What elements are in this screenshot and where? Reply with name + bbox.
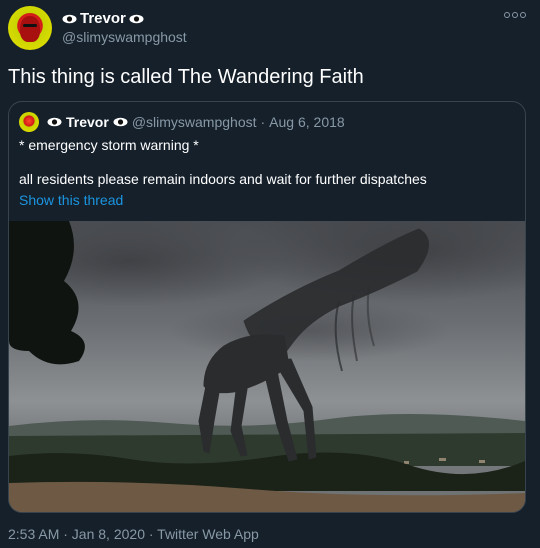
quoted-tweet-line-1: * emergency storm warning * (19, 137, 199, 153)
eye-icon (62, 14, 77, 23)
show-thread-link[interactable]: Show this thread (19, 192, 123, 208)
quoted-author-name: Trevor (66, 114, 109, 130)
quoted-tweet-line-2: all residents please remain indoors and … (19, 171, 427, 187)
tweet-meta: 2:53 AM · Jan 8, 2020 · Twitter Web App (8, 526, 259, 542)
author-name-row[interactable]: Trevor (62, 10, 144, 27)
avatar-face (20, 16, 40, 42)
tweet-text: This thing is called The Wandering Faith (8, 66, 364, 88)
separator: · (260, 114, 266, 130)
quoted-author-avatar (19, 112, 39, 132)
author-avatar[interactable] (8, 6, 52, 50)
quoted-tweet-card[interactable]: Trevor @slimyswampghost · Aug 6, 2018 * … (8, 101, 526, 513)
eye-icon (129, 14, 144, 23)
author-display-name[interactable]: Trevor (80, 10, 126, 27)
more-options-icon[interactable] (504, 12, 526, 18)
quoted-tweet-photo[interactable] (9, 221, 525, 512)
eye-icon (47, 117, 62, 127)
eye-icon (113, 117, 128, 127)
quoted-tweet-date: Aug 6, 2018 (269, 114, 345, 130)
quoted-tweet-header: Trevor @slimyswampghost · Aug 6, 2018 (19, 112, 345, 132)
author-handle[interactable]: @slimyswampghost (62, 29, 187, 45)
avatar-eyes (23, 24, 37, 27)
quoted-author-handle: @slimyswampghost (131, 114, 257, 130)
